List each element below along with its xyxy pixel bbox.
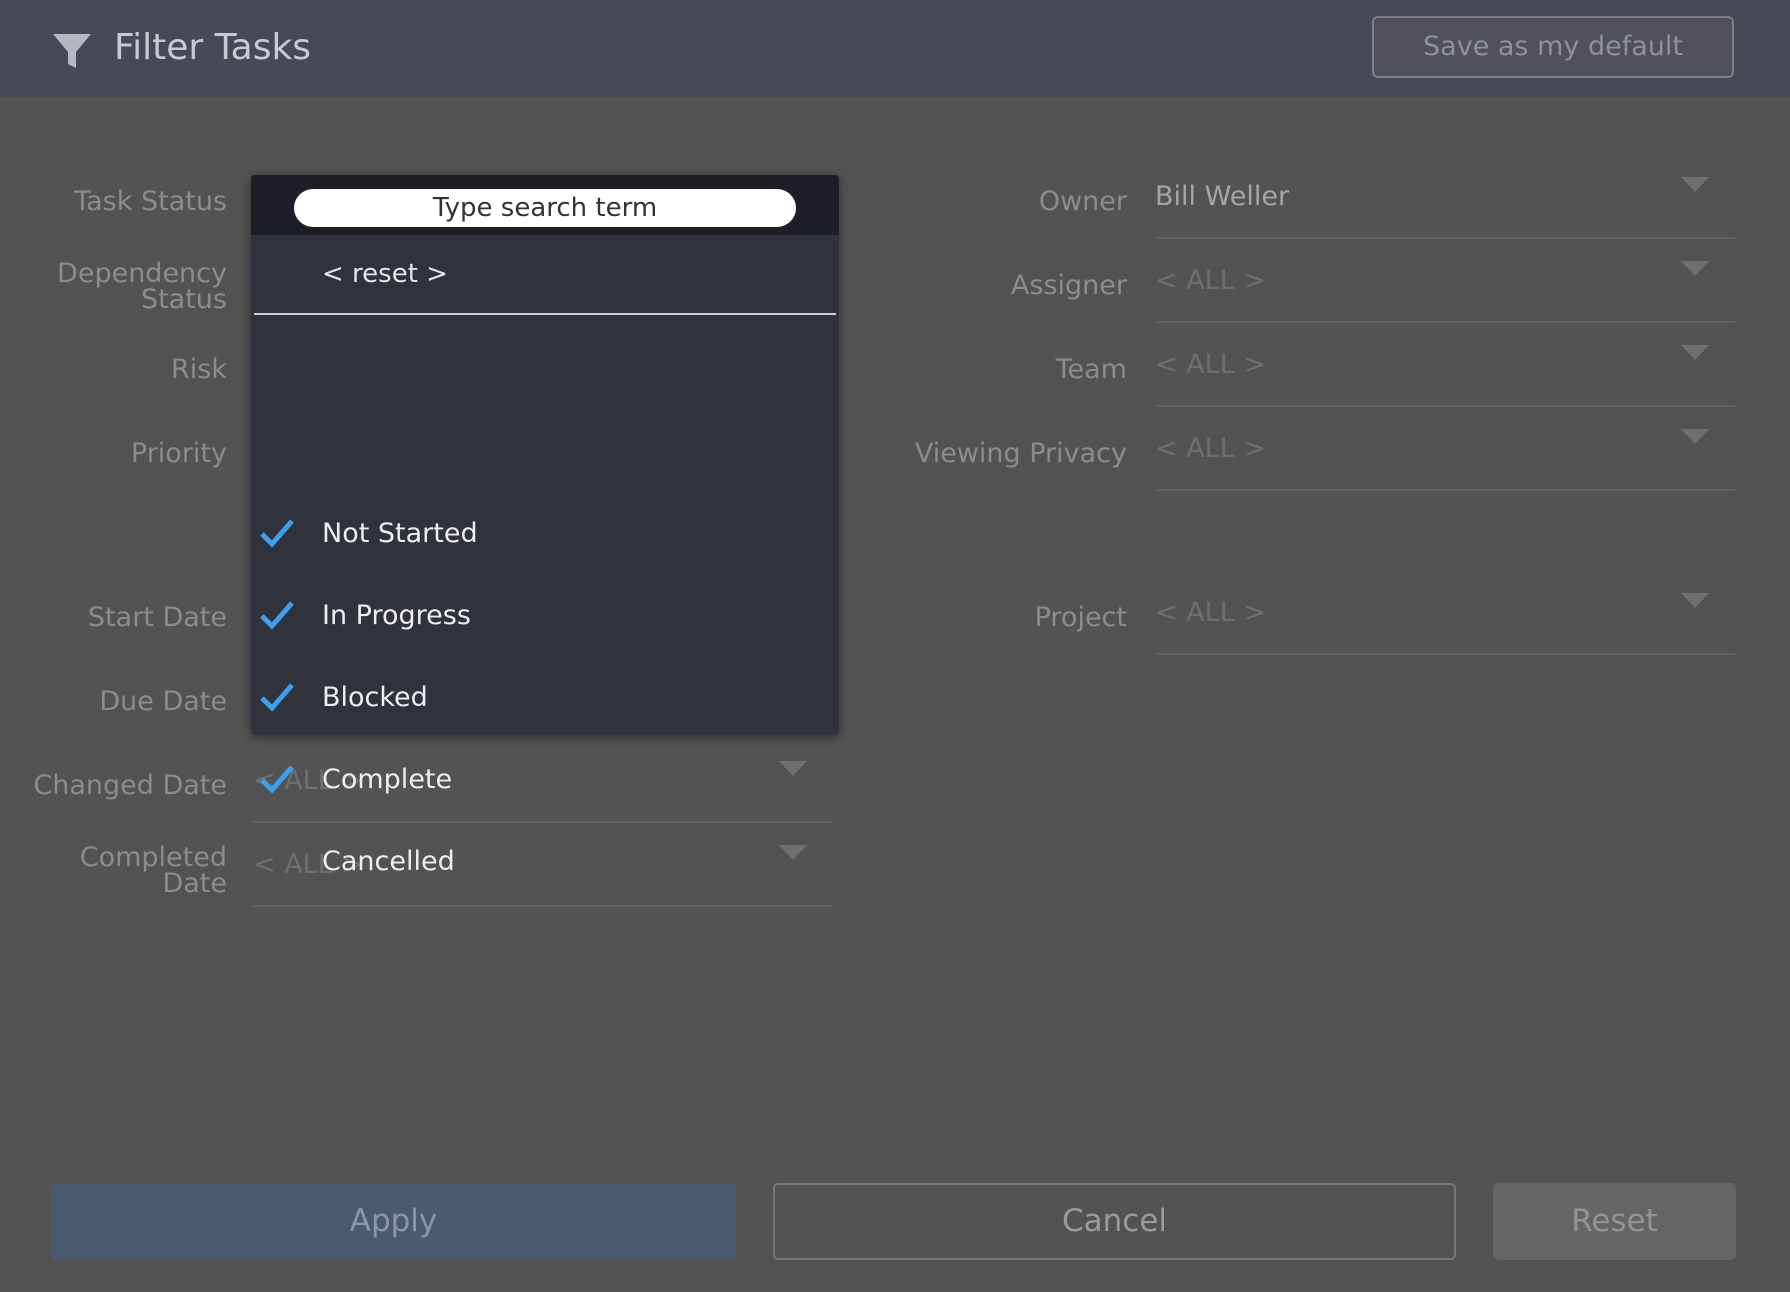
- filter-icon: [53, 34, 91, 68]
- dropdown-divider: [254, 313, 836, 315]
- owner-value: Bill Weller: [1155, 181, 1290, 212]
- checkmark-icon: [260, 683, 294, 712]
- risk-label: Risk: [171, 354, 227, 385]
- team-select[interactable]: < ALL >: [1155, 323, 1735, 407]
- search-input[interactable]: [294, 189, 796, 227]
- dropdown-search-bar: [251, 175, 839, 235]
- option-in-progress[interactable]: In Progress: [251, 586, 839, 646]
- checkmark-icon: [260, 519, 294, 548]
- team-label: Team: [1055, 354, 1127, 385]
- option-label: Not Started: [322, 518, 478, 549]
- viewing-privacy-label: Viewing Privacy: [914, 438, 1127, 469]
- option-not-started[interactable]: Not Started: [251, 504, 839, 564]
- dropdown-reset-option[interactable]: < reset >: [322, 259, 448, 289]
- team-value: < ALL >: [1155, 349, 1266, 380]
- dependency-status-label-line2: Status: [140, 284, 227, 315]
- dialog-header: Filter Tasks Save as my default: [0, 0, 1790, 97]
- reset-button[interactable]: Reset: [1493, 1183, 1736, 1260]
- chevron-down-icon: [1681, 261, 1709, 276]
- due-date-label: Due Date: [99, 686, 227, 717]
- project-select[interactable]: < ALL >: [1155, 571, 1735, 655]
- apply-button[interactable]: Apply: [51, 1183, 736, 1260]
- project-value: < ALL >: [1155, 597, 1266, 628]
- start-date-label: Start Date: [87, 602, 227, 633]
- option-label: Blocked: [322, 682, 428, 713]
- viewing-privacy-value: < ALL >: [1155, 433, 1266, 464]
- assigner-label: Assigner: [1010, 270, 1127, 301]
- cancel-button[interactable]: Cancel: [773, 1183, 1456, 1260]
- changed-date-label: Changed Date: [33, 770, 227, 801]
- option-blocked[interactable]: Blocked: [251, 668, 839, 728]
- dependency-status-label-line1: Dependency: [57, 258, 227, 289]
- project-label: Project: [1034, 602, 1127, 633]
- option-cancelled[interactable]: Cancelled: [251, 832, 839, 892]
- task-status-dropdown: < reset > Not Started In Progress Blocke…: [251, 175, 839, 877]
- chevron-down-icon: [1681, 345, 1709, 360]
- owner-label: Owner: [1038, 186, 1127, 217]
- checkmark-icon: [260, 765, 294, 794]
- assigner-select[interactable]: < ALL >: [1155, 239, 1735, 323]
- chevron-down-icon: [1681, 593, 1709, 608]
- completed-date-label-line2: Date: [162, 868, 227, 899]
- option-label: Cancelled: [322, 846, 455, 877]
- completed-date-label-line1: Completed: [79, 842, 227, 873]
- option-complete[interactable]: Complete: [251, 750, 839, 810]
- priority-label: Priority: [130, 438, 227, 469]
- option-label: In Progress: [322, 600, 471, 631]
- checkmark-icon: [260, 601, 294, 630]
- chevron-down-icon: [1681, 177, 1709, 192]
- save-as-default-button[interactable]: Save as my default: [1372, 16, 1734, 78]
- chevron-down-icon: [1681, 429, 1709, 444]
- option-label: Complete: [322, 764, 453, 795]
- assigner-value: < ALL >: [1155, 265, 1266, 296]
- dialog-title: Filter Tasks: [114, 27, 312, 68]
- owner-select[interactable]: Bill Weller: [1155, 155, 1735, 239]
- task-status-label: Task Status: [74, 186, 227, 217]
- viewing-privacy-select[interactable]: < ALL >: [1155, 407, 1735, 491]
